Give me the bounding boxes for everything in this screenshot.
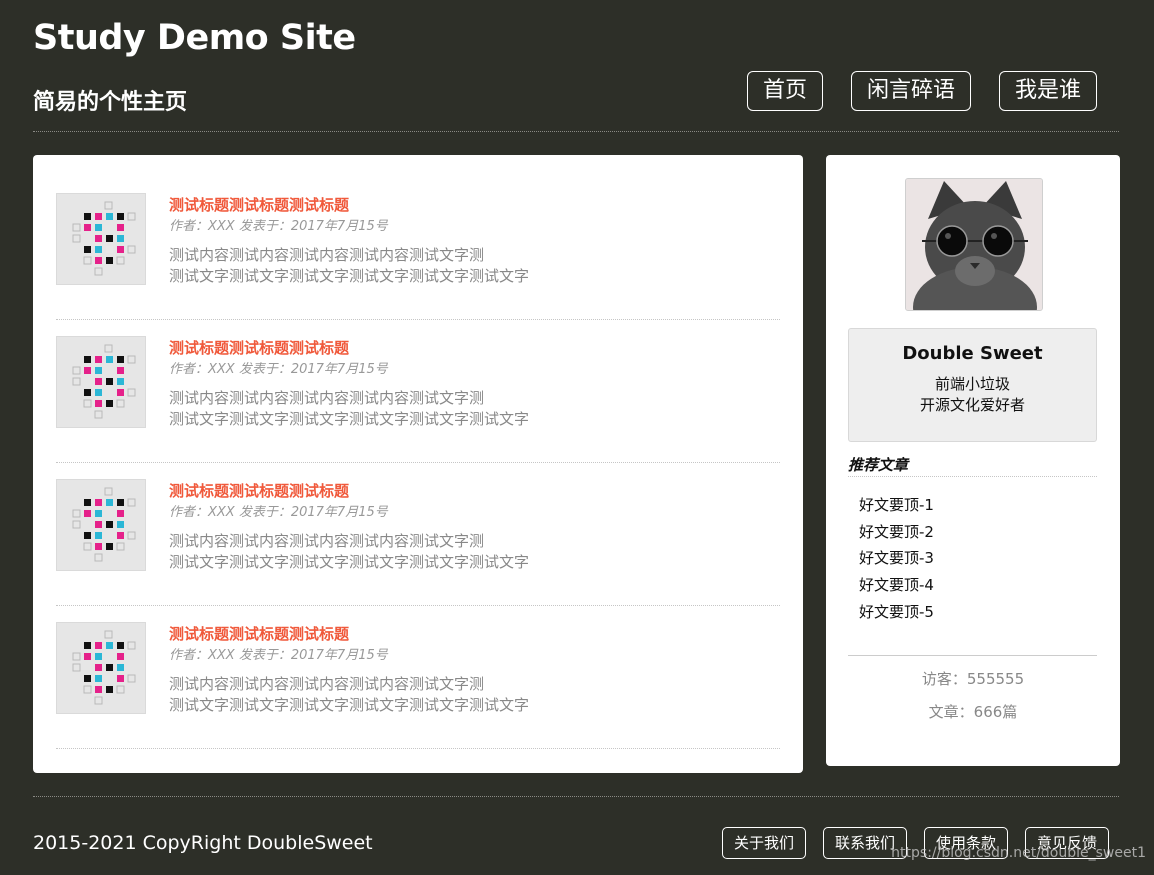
about-us-button[interactable]: 关于我们 — [721, 827, 806, 859]
post-excerpt: 测试内容测试内容测试内容测试内容测试文字测 测试文字测试文字测试文字测试文字测试… — [169, 245, 529, 287]
nav-home-button[interactable]: 首页 — [746, 71, 823, 111]
site-subtitle: 简易的个性主页 — [33, 90, 188, 115]
post-meta: 作者：XXX 发表于：2017年7月15号 — [169, 362, 388, 377]
post-list: 测试标题测试标题测试标题 作者：XXX 发表于：2017年7月15号 测试内容测… — [33, 155, 803, 773]
post-meta: 作者：XXX 发表于：2017年7月15号 — [169, 648, 388, 663]
post-excerpt-line: 测试文字测试文字测试文字测试文字测试文字测试文字 — [169, 267, 530, 285]
recommended-link[interactable]: 好文要顶-5 — [859, 599, 934, 626]
profile-card: Double Sweet 前端小垃圾 开源文化爱好者 — [848, 328, 1097, 442]
header-divider — [33, 131, 1119, 132]
recommended-link[interactable]: 好文要顶-2 — [859, 519, 934, 546]
site-title: Study Demo Site — [33, 18, 356, 58]
profile-description-line: 开源文化爱好者 — [919, 396, 1025, 414]
post-item: 测试标题测试标题测试标题 作者：XXX 发表于：2017年7月15号 测试内容测… — [56, 320, 780, 463]
profile-description-line: 前端小垃圾 — [934, 375, 1010, 393]
post-title-link[interactable]: 测试标题测试标题测试标题 — [169, 337, 349, 358]
profile-name: Double Sweet — [902, 343, 1043, 364]
article-count: 文章：666篇 — [928, 703, 1018, 721]
pixel-logo-icon — [72, 630, 136, 705]
post-meta: 作者：XXX 发表于：2017年7月15号 — [169, 219, 388, 234]
post-excerpt-line: 测试内容测试内容测试内容测试内容测试文字测 — [169, 389, 485, 407]
profile-description: 前端小垃圾 开源文化爱好者 — [849, 374, 1096, 416]
post-thumbnail[interactable] — [56, 336, 146, 428]
post-item: 测试标题测试标题测试标题 作者：XXX 发表于：2017年7月15号 测试内容测… — [56, 606, 780, 749]
post-excerpt: 测试内容测试内容测试内容测试内容测试文字测 测试文字测试文字测试文字测试文字测试… — [169, 674, 529, 716]
post-item: 测试标题测试标题测试标题 作者：XXX 发表于：2017年7月15号 测试内容测… — [56, 177, 780, 320]
sidebar-divider — [848, 655, 1097, 656]
recommended-list: 好文要顶-1 好文要顶-2 好文要顶-3 好文要顶-4 好文要顶-5 — [859, 492, 934, 626]
avatar — [905, 178, 1043, 311]
post-excerpt-line: 测试文字测试文字测试文字测试文字测试文字测试文字 — [169, 553, 530, 571]
nav-about-me-button[interactable]: 我是谁 — [998, 71, 1097, 111]
post-thumbnail[interactable] — [56, 193, 146, 285]
post-title-link[interactable]: 测试标题测试标题测试标题 — [169, 194, 349, 215]
post-excerpt-line: 测试内容测试内容测试内容测试内容测试文字测 — [169, 532, 485, 550]
main-nav: 首页 闲言碎语 我是谁 — [746, 71, 1097, 111]
recommended-link[interactable]: 好文要顶-4 — [859, 572, 934, 599]
post-excerpt-line: 测试内容测试内容测试内容测试内容测试文字测 — [169, 246, 485, 264]
visitor-count: 访客：555555 — [921, 670, 1025, 688]
copyright-text: 2015-2021 CopyRight DoubleSweet — [33, 832, 373, 854]
recommended-link[interactable]: 好文要顶-3 — [859, 545, 934, 572]
recommended-heading: 推荐文章 — [848, 454, 1097, 477]
post-title-link[interactable]: 测试标题测试标题测试标题 — [169, 480, 349, 501]
post-title-link[interactable]: 测试标题测试标题测试标题 — [169, 623, 349, 644]
pixel-logo-icon — [72, 201, 136, 276]
pixel-logo-icon — [72, 487, 136, 562]
post-excerpt: 测试内容测试内容测试内容测试内容测试文字测 测试文字测试文字测试文字测试文字测试… — [169, 531, 529, 573]
recommended-link[interactable]: 好文要顶-1 — [859, 492, 934, 519]
cat-avatar-icon — [906, 179, 1042, 310]
post-excerpt-line: 测试文字测试文字测试文字测试文字测试文字测试文字 — [169, 696, 530, 714]
post-excerpt-line: 测试文字测试文字测试文字测试文字测试文字测试文字 — [169, 410, 530, 428]
post-thumbnail[interactable] — [56, 479, 146, 571]
post-thumbnail[interactable] — [56, 622, 146, 714]
watermark-text: https://blog.csdn.net/double_sweet1 — [891, 845, 1146, 861]
pixel-logo-icon — [72, 344, 136, 419]
post-excerpt-line: 测试内容测试内容测试内容测试内容测试文字测 — [169, 675, 485, 693]
nav-musings-button[interactable]: 闲言碎语 — [850, 71, 971, 111]
post-excerpt: 测试内容测试内容测试内容测试内容测试文字测 测试文字测试文字测试文字测试文字测试… — [169, 388, 529, 430]
sidebar: Double Sweet 前端小垃圾 开源文化爱好者 推荐文章 好文要顶-1 好… — [826, 155, 1120, 766]
post-item: 测试标题测试标题测试标题 作者：XXX 发表于：2017年7月15号 测试内容测… — [56, 463, 780, 606]
post-meta: 作者：XXX 发表于：2017年7月15号 — [169, 505, 388, 520]
footer-divider — [33, 796, 1119, 797]
